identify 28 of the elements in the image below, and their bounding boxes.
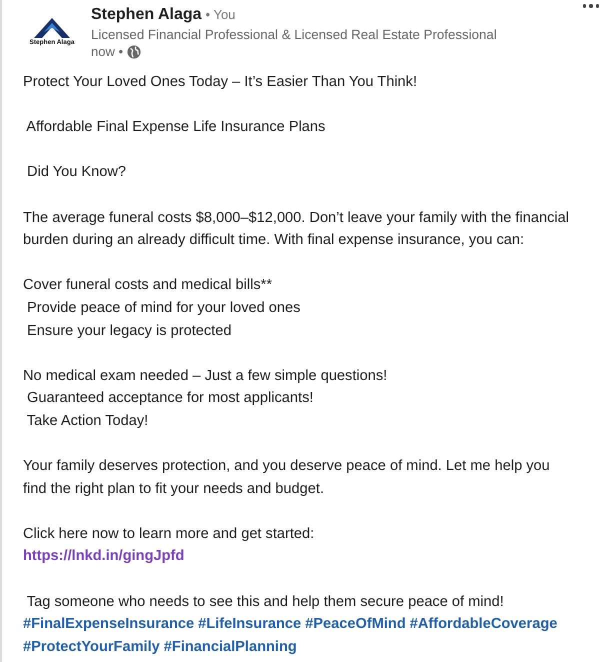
globe-icon	[127, 44, 142, 58]
post-text-line: burden during an already difficult time. With final expense insurance, you can:	[23, 231, 526, 250]
post-text-line: Protect Your Loved Ones Today – It’s Easier Than You Think!	[23, 73, 418, 92]
author-name[interactable]: Stephen Alaga	[91, 6, 202, 24]
post-text-line: Click here now to learn more and get started:	[23, 524, 316, 544]
post-text-line: Guaranteed acceptance for most applicants!	[26, 389, 314, 408]
post-text-line: The average funeral costs $8,000–$12,000. Don’t leave your family with the financial	[23, 208, 570, 228]
connection-degree: • You	[206, 7, 236, 22]
hashtag-link[interactable]: #PeaceOfMind	[305, 613, 406, 636]
post-text-line: find the right plan to fit your needs and budget.	[23, 480, 326, 499]
hashtag-link[interactable]: #LifeInsurance	[198, 613, 302, 636]
post-text-line: Your family deserves protection, and you deserve peace of mind. Let me help you	[23, 457, 551, 476]
hashtag-link[interactable]: #FinalExpenseInsurance	[23, 613, 194, 636]
hashtag-link[interactable]: #AffordableCoverage	[410, 613, 558, 636]
post-text-line: Affordable Final Expense Life Insurance Plans	[25, 118, 326, 138]
post-text-line: Provide peace of mind for your loved ones	[26, 298, 302, 318]
post-text-line: Take Action Today!	[26, 412, 150, 431]
post-text-line: No medical exam needed – Just a few simple questions!	[23, 366, 388, 386]
post-text-line: Cover funeral costs and medical bills**	[23, 276, 274, 296]
post-time: now •	[91, 44, 124, 59]
hashtag-link[interactable]: #ProtectYourFamily	[23, 636, 160, 658]
post-link[interactable]: https://lnkd.in/gingJpfd	[23, 545, 184, 568]
post-text-line: Tag someone who needs to see this and help them secure peace of mind!	[26, 592, 505, 612]
post-text-line: Ensure your legacy is protected	[26, 322, 232, 341]
hashtag-link[interactable]: #FinancialPlanning	[164, 636, 297, 658]
post-text-line: Did You Know?	[26, 163, 128, 182]
mountain-logo-icon	[32, 16, 72, 38]
author-headline: Licensed Financial Professional & Licensed Real Estate Professional	[91, 27, 497, 42]
